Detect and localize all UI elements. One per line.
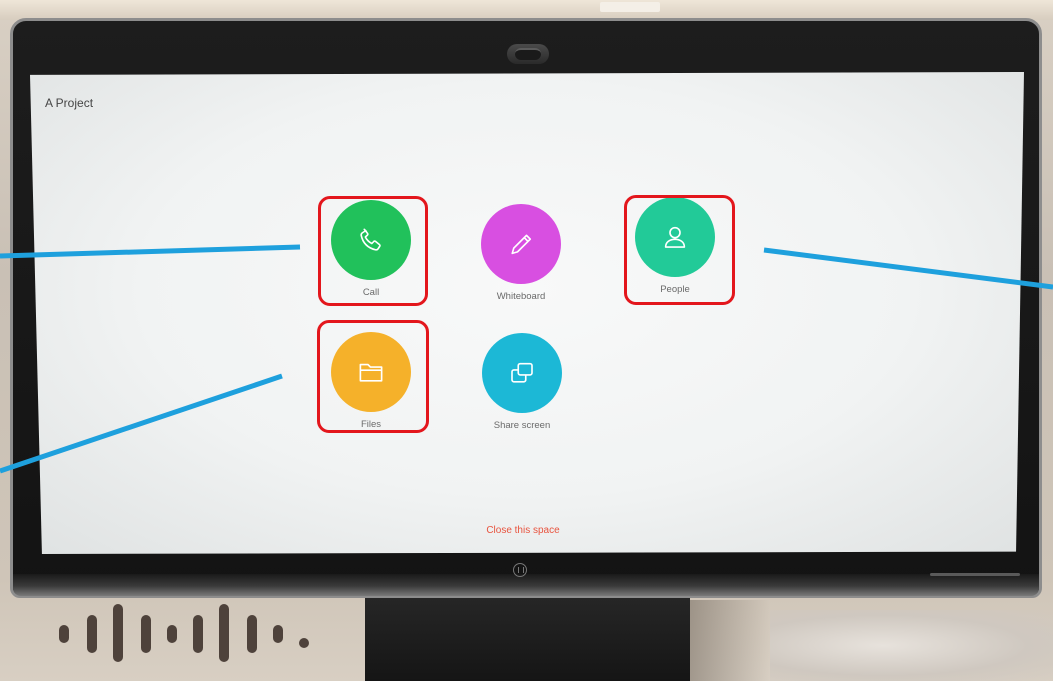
highlight-box-people [624,195,735,305]
logo-bar [167,625,177,643]
plastic-wrap [770,610,1053,681]
monitor-stand [365,598,690,681]
share-screen-button[interactable]: Share screen [462,333,582,443]
whiteboard-button[interactable]: Whiteboard [461,204,581,314]
whiteboard-circle[interactable] [481,204,561,284]
logo-bar [219,604,229,662]
share-screen-icon [511,362,533,383]
logo-bar [87,615,97,653]
ceiling [0,0,1053,20]
whiteboard-label: Whiteboard [496,291,546,302]
highlight-box-files [317,320,429,433]
space-title: A Project [45,96,94,110]
share-screen-circle[interactable] [482,333,562,413]
logo-bar [59,625,69,643]
logo-bar [247,615,257,653]
close-space-link[interactable]: Close this space [463,525,583,536]
logo-bar [141,615,151,653]
logo-bar [113,604,123,662]
highlight-box-call [318,196,428,306]
monitor-chin [13,574,1039,596]
logo-bar [273,625,283,643]
ceiling-light [600,2,660,12]
space-screen: A Project Call Whiteboard People Files S… [30,72,1024,554]
home-button-icon [513,563,527,577]
camera-icon [515,48,541,60]
speaker-slot [930,573,1020,576]
pencil-icon [511,234,532,255]
logo-dot [299,638,309,648]
stand-shadow [690,600,770,681]
share-screen-label: Share screen [493,420,551,431]
logo-bar [193,615,203,653]
